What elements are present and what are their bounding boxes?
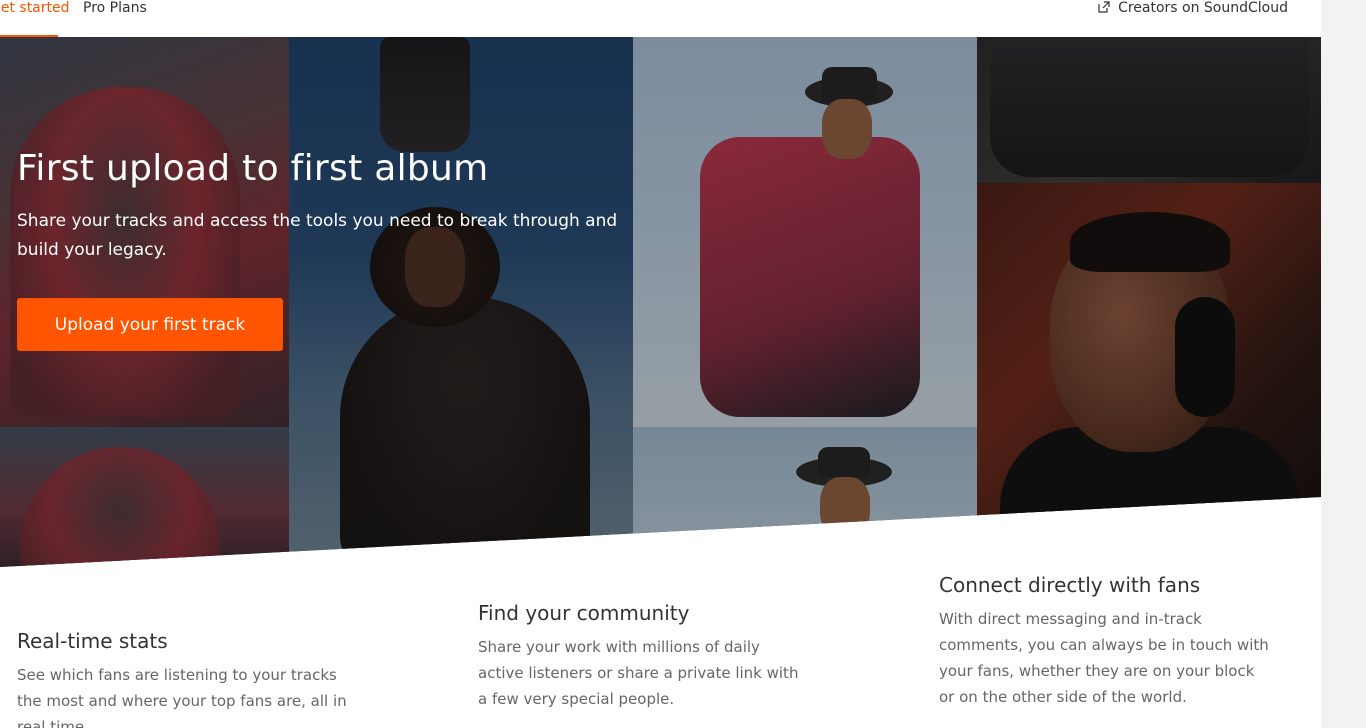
hero-subtitle: Share your tracks and access the tools y…	[17, 211, 618, 260]
external-link-icon	[1098, 1, 1110, 13]
upload-first-track-button[interactable]: Upload your first track	[17, 298, 283, 351]
feature-connect-with-fans: Connect directly with fans With direct m…	[939, 572, 1269, 710]
feature-find-your-community: Find your community Share your work with…	[478, 600, 808, 712]
feature-description: With direct messaging and in-track comme…	[939, 610, 1269, 706]
hero-title: First upload to first album	[17, 148, 489, 189]
page: Get started Pro Plans Creators on SoundC…	[0, 0, 1321, 728]
feature-description: See which fans are listening to your tra…	[17, 666, 347, 728]
feature-real-time-stats: Real-time stats See which fans are liste…	[17, 628, 347, 728]
creators-on-soundcloud-link[interactable]: Creators on SoundCloud	[1098, 0, 1288, 20]
feature-title: Real-time stats	[17, 629, 168, 653]
feature-title: Find your community	[478, 601, 690, 625]
feature-title: Connect directly with fans	[939, 573, 1201, 597]
tab-pro-plans[interactable]: Pro Plans	[83, 0, 147, 37]
top-navigation: Get started Pro Plans Creators on SoundC…	[0, 0, 1321, 37]
feature-description: Share your work with millions of daily a…	[478, 638, 799, 708]
tab-get-started[interactable]: Get started	[0, 0, 70, 37]
hero-banner: First upload to first album Share your t…	[0, 37, 1321, 567]
creators-link-label: Creators on SoundCloud	[1118, 0, 1288, 16]
scrollbar-gutter[interactable]	[1321, 0, 1366, 728]
